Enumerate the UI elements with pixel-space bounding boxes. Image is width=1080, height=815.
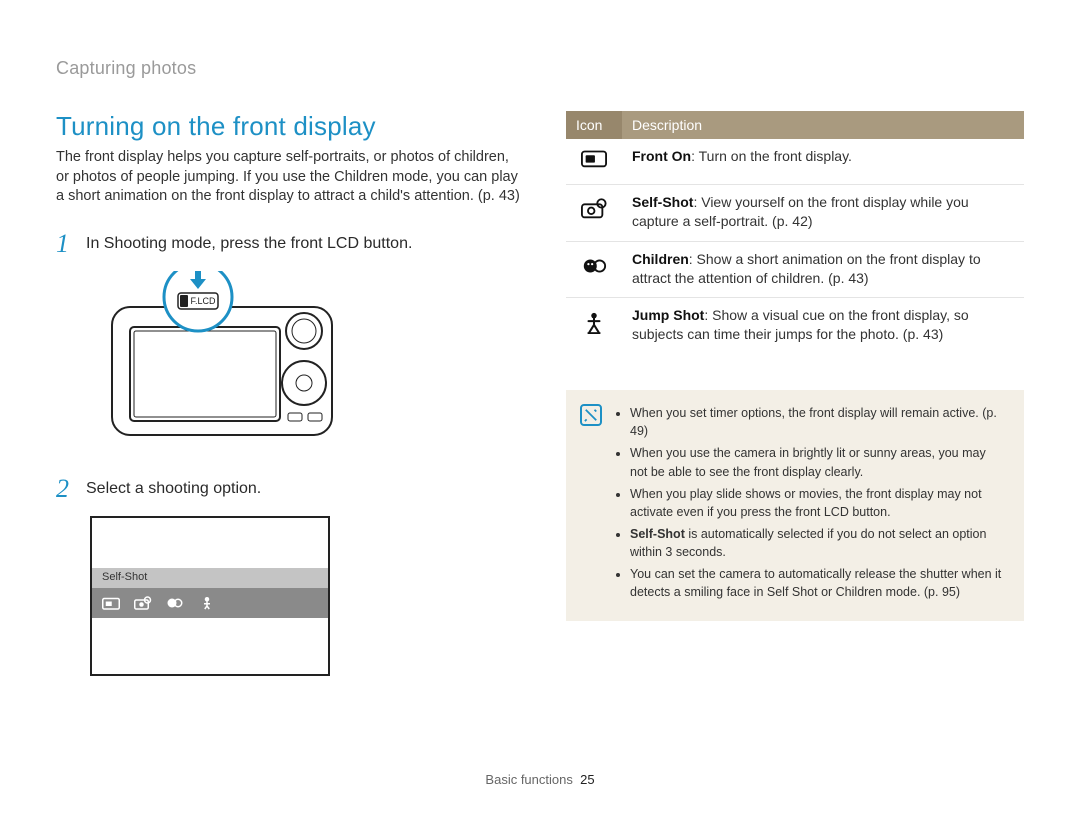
jump-shot-icon <box>581 312 607 334</box>
step-2: 2 Select a shooting option. <box>56 476 524 502</box>
row-text: : Turn on the front display. <box>691 148 852 164</box>
row-label: Front On <box>632 148 691 164</box>
step-1: 1 In Shooting mode, press the front LCD … <box>56 231 524 257</box>
row-label: Self-Shot <box>632 194 693 210</box>
camera-illustration: F.LCD <box>90 271 524 456</box>
front-on-icon <box>581 147 607 169</box>
page-footer: Basic functions 25 <box>0 772 1080 787</box>
intro-paragraph: The front display helps you capture self… <box>56 148 524 207</box>
note-box: When you set timer options, the front di… <box>566 390 1024 621</box>
row-label: Jump Shot <box>632 307 704 323</box>
note-item: You can set the camera to automatically … <box>630 565 1006 601</box>
note-item: When you set timer options, the front di… <box>630 404 1006 440</box>
step-number: 1 <box>56 231 74 257</box>
table-row: Children: Show a short animation on the … <box>566 241 1024 298</box>
self-shot-icon <box>581 198 607 220</box>
table-row: Jump Shot: Show a visual cue on the fron… <box>566 298 1024 354</box>
children-icon <box>581 255 607 277</box>
table-row: Front On: Turn on the front display. <box>566 139 1024 184</box>
breadcrumb: Capturing photos <box>56 58 1024 79</box>
children-icon <box>166 596 184 610</box>
table-row: Self-Shot: View yourself on the front di… <box>566 184 1024 241</box>
right-column: Icon Description Front On: Turn on the f… <box>566 111 1024 676</box>
note-item: When you play slide shows or movies, the… <box>630 485 1006 521</box>
icon-description-table: Icon Description Front On: Turn on the f… <box>566 111 1024 354</box>
table-head-description: Description <box>622 111 1024 139</box>
note-item: Self-Shot is automatically selected if y… <box>630 525 1006 561</box>
page-title: Turning on the front display <box>56 111 524 142</box>
jump-shot-icon <box>198 596 216 610</box>
note-item: When you use the camera in brightly lit … <box>630 444 1006 480</box>
left-column: Turning on the front display The front d… <box>56 111 524 676</box>
menu-illustration: Self-Shot <box>90 516 524 676</box>
footer-section: Basic functions <box>485 772 572 787</box>
footer-page-number: 25 <box>580 772 594 787</box>
step-text: Select a shooting option. <box>86 476 261 498</box>
row-label: Children <box>632 251 689 267</box>
table-head-icon: Icon <box>566 111 622 139</box>
front-on-icon <box>102 596 120 610</box>
self-shot-icon <box>134 596 152 610</box>
menu-selected-label: Self-Shot <box>92 568 328 588</box>
step-number: 2 <box>56 476 74 502</box>
step-text: In Shooting mode, press the front LCD bu… <box>86 231 412 253</box>
flcd-label: F.LCD <box>190 296 216 306</box>
note-icon <box>580 404 602 426</box>
